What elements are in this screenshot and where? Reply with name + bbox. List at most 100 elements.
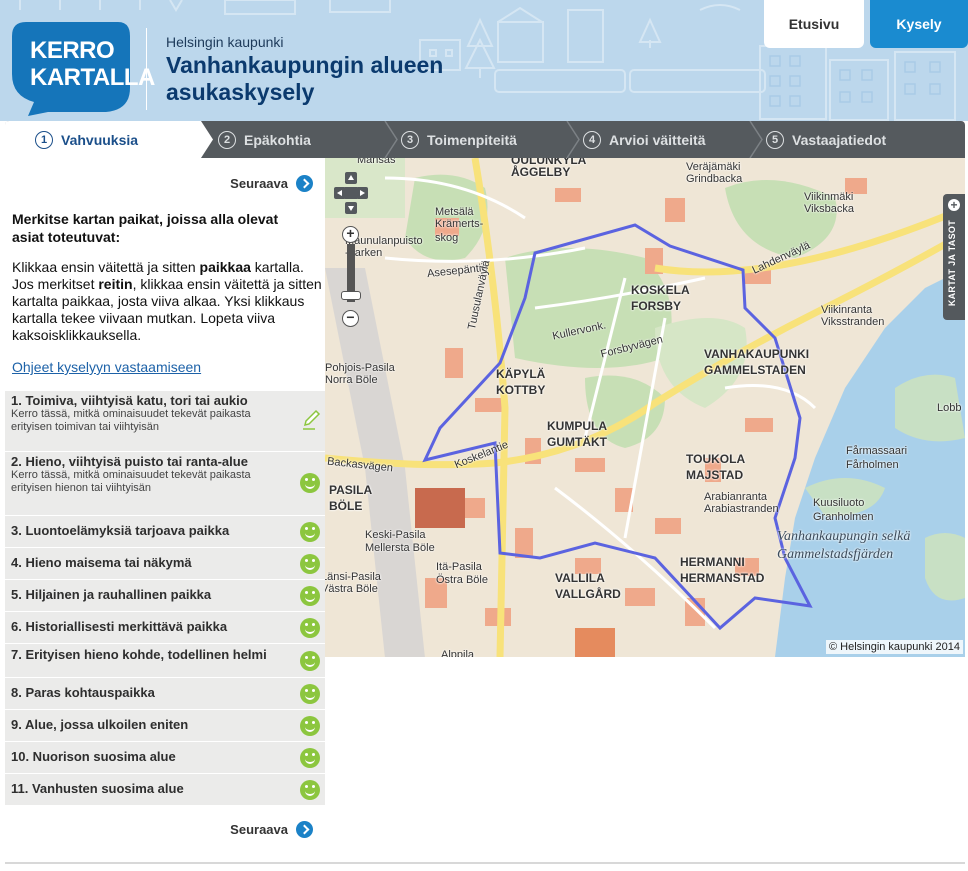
statement-item-1[interactable]: 1. Toimiva, viihtyisä katu, tori tai auk… — [5, 391, 325, 452]
step-5-label: Vastaajatiedot — [792, 131, 887, 148]
map-label: Alppila — [441, 649, 475, 657]
map-label: Östra Böle — [436, 574, 488, 586]
map-label: KÄPYLÄ — [496, 367, 546, 381]
statement-item-4[interactable]: 4. Hieno maisema tai näkymä — [5, 548, 325, 580]
smiley-icon — [300, 780, 320, 800]
map-label: ÅGGELBY — [511, 165, 571, 179]
statement-title: 6. Historiallisesti merkittävä paikka — [11, 619, 228, 634]
nav-home-button[interactable]: Etusivu — [764, 0, 864, 48]
statement-item-9[interactable]: 9. Alue, jossa ulkoilen eniten — [5, 710, 325, 742]
statement-item-3[interactable]: 3. Luontoelämyksiä tarjoava paikka — [5, 516, 325, 548]
step-2-number: 2 — [218, 130, 236, 149]
map-layers-tab[interactable]: + KARTAT JA TASOT — [943, 194, 965, 320]
map-label: Grindbacka — [686, 173, 743, 185]
map-zoom-control: + − — [341, 226, 361, 330]
statement-title: 11. Vanhusten suosima alue — [11, 781, 184, 796]
logo-text: KERRO KARTALLA — [30, 37, 155, 91]
city-name: Helsingin kaupunki — [166, 34, 284, 50]
help-link[interactable]: Ohjeet kyselyyn vastaamiseen — [12, 359, 201, 375]
map-label: Norra Böle — [325, 374, 378, 386]
map-label: Keski-Pasila — [365, 529, 426, 541]
map-label: Itä-Pasila — [436, 561, 482, 573]
statement-title: 3. Luontoelämyksiä tarjoava paikka — [11, 523, 230, 538]
map-label: Fårmassaari — [846, 445, 908, 457]
map-label: GUMTÄKT — [547, 435, 607, 449]
expand-plus-icon: + — [948, 199, 960, 211]
map-base — [325, 158, 965, 657]
map-label: HERMANSTAD — [680, 571, 765, 585]
pen-icon — [303, 409, 321, 430]
next-arrow-icon — [296, 821, 313, 838]
step-2-tab[interactable]: 2 Epäkohtia — [218, 121, 311, 158]
statement-list: 1. Toimiva, viihtyisä katu, tori tai auk… — [5, 391, 325, 806]
statement-title: 10. Nuorison suosima alue — [11, 749, 176, 764]
map-label: Granholmen — [813, 511, 874, 523]
next-label: Seuraava — [230, 176, 288, 191]
smiley-icon — [300, 684, 320, 704]
map-label: BÖLE — [329, 499, 363, 513]
step-2-label: Epäkohtia — [244, 131, 311, 148]
layers-tab-label: KARTAT JA TASOT — [947, 220, 957, 307]
map-label: Fårholmen — [846, 459, 899, 471]
content-frame-bottom — [5, 862, 965, 864]
map-view[interactable]: Mansas OULUNKYLÄ ÅGGELBY Veräjämäki Grin… — [325, 158, 965, 657]
page-title: Vanhankaupungin alueen asukaskysely — [166, 52, 444, 105]
smiley-icon — [300, 554, 320, 574]
smiley-icon — [300, 473, 320, 493]
statement-title: 7. Erityisen hieno kohde, todellinen hel… — [11, 647, 267, 662]
instruction-title: Merkitse kartan paikat, joissa alla olev… — [12, 211, 279, 245]
map-label: Vanhankaupungin selkä — [777, 529, 911, 544]
statement-item-2[interactable]: 2. Hieno, viihtyisä puisto tai ranta-alu… — [5, 452, 325, 516]
map-label: Lobb — [937, 402, 962, 414]
zoom-slider-handle[interactable] — [341, 291, 361, 300]
statement-item-8[interactable]: 8. Paras kohtauspaikka — [5, 678, 325, 710]
map-label: GAMMELSTADEN — [704, 363, 806, 377]
smiley-icon — [300, 618, 320, 638]
map-label: Västra Böle — [325, 583, 378, 595]
next-arrow-icon — [296, 175, 313, 192]
map-label: Kuusiluoto — [813, 497, 865, 509]
smiley-icon — [300, 748, 320, 768]
statement-item-7[interactable]: 7. Erityisen hieno kohde, todellinen hel… — [5, 644, 325, 678]
smiley-icon — [300, 651, 320, 671]
statement-title: 1. Toimiva, viihtyisä katu, tori tai auk… — [11, 393, 248, 408]
map-copyright: © Helsingin kaupunki 2014 — [825, 640, 963, 654]
instruction-text: Klikkaa ensin väitettä ja sitten paikkaa… — [12, 259, 322, 343]
smiley-icon — [300, 522, 320, 542]
map-label: KOSKELA — [631, 283, 690, 297]
statement-description: Kerro tässä, mitkä ominaisuudet tekevät … — [11, 408, 251, 433]
smiley-icon — [300, 586, 320, 606]
nav-survey-button[interactable]: Kysely — [870, 0, 968, 48]
map-label: KOTTBY — [496, 383, 546, 397]
step-3-tab[interactable]: 3 Toimenpiteitä — [401, 121, 517, 158]
question-panel: Seuraava Merkitse kartan paikat, joissa … — [5, 158, 325, 863]
statement-item-5[interactable]: 5. Hiljainen ja rauhallinen paikka — [5, 580, 325, 612]
next-link-top[interactable]: Seuraava — [230, 175, 313, 192]
map-label: Mellersta Böle — [365, 542, 435, 554]
map-label: FORSBY — [631, 299, 682, 313]
statement-item-10[interactable]: 10. Nuorison suosima alue — [5, 742, 325, 774]
map-pan-control[interactable] — [334, 172, 368, 216]
map-label: Viksbacka — [804, 203, 854, 215]
step-1-number: 1 — [35, 130, 53, 149]
step-5-tab[interactable]: 5 Vastaajatiedot — [766, 121, 886, 158]
step-progress-bar: 1 Vahvuuksia 2 Epäkohtia 3 Toimenpiteitä… — [5, 121, 965, 158]
statement-title: 9. Alue, jossa ulkoilen eniten — [11, 717, 189, 732]
next-link-bottom[interactable]: Seuraava — [230, 821, 313, 838]
step-1-tab[interactable]: 1 Vahvuuksia — [35, 121, 138, 158]
statement-item-6[interactable]: 6. Historiallisesti merkittävä paikka — [5, 612, 325, 644]
zoom-in-button[interactable]: + — [342, 226, 359, 243]
next-label: Seuraava — [230, 822, 288, 837]
map-label: TOUKOLA — [686, 452, 746, 466]
statement-item-11[interactable]: 11. Vanhusten suosima alue — [5, 774, 325, 806]
map-label: PASILA — [329, 483, 373, 497]
step-4-tab[interactable]: 4 Arvioi väitteitä — [583, 121, 705, 158]
zoom-out-button[interactable]: − — [342, 310, 359, 327]
map-label: Mansas — [357, 158, 396, 166]
smiley-icon — [300, 716, 320, 736]
map-label: VALLGÅRD — [555, 587, 621, 601]
map-label: MAJSTAD — [686, 468, 744, 482]
header-divider — [146, 28, 147, 110]
step-4-number: 4 — [583, 130, 601, 149]
step-3-label: Toimenpiteitä — [427, 131, 517, 148]
